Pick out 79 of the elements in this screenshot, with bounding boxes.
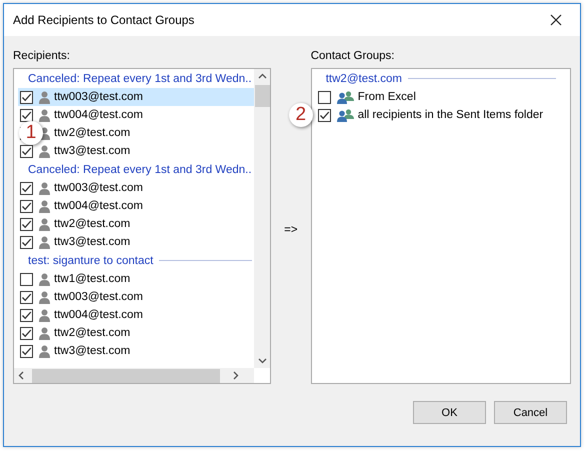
checkbox[interactable] — [20, 200, 33, 212]
group-header: ttw2@test.com — [326, 72, 402, 84]
window-title: Add Recipients to Contact Groups — [13, 13, 194, 27]
checkbox[interactable] — [20, 344, 33, 358]
checkbox[interactable] — [20, 308, 33, 322]
contact-groups-label: Contact Groups: — [310, 49, 396, 64]
recipient-row[interactable]: ttw004@test.com — [18, 106, 254, 124]
recipient-email: ttw004@test.com — [54, 109, 144, 121]
contact-group-row[interactable]: From Excel — [316, 88, 558, 106]
recipient-email: ttw3@test.com — [54, 345, 130, 357]
vertical-scrollbar[interactable] — [254, 69, 270, 368]
recipient-email: ttw003@test.com — [54, 91, 144, 103]
person-icon — [39, 144, 50, 158]
recipient-row[interactable]: ttw3@test.com — [18, 233, 254, 251]
recipient-email: ttw3@test.com — [54, 236, 130, 248]
person-icon — [39, 308, 50, 322]
close-icon[interactable] — [550, 14, 562, 26]
checkbox[interactable] — [20, 90, 33, 104]
person-icon — [39, 200, 50, 212]
scrollbar-thumb[interactable] — [32, 368, 220, 382]
recipient-row[interactable]: ttw2@test.com — [18, 324, 254, 342]
checkbox[interactable] — [20, 182, 33, 194]
recipient-email: ttw2@test.com — [54, 327, 130, 339]
step-badge: 2 — [288, 103, 313, 127]
recipient-row[interactable]: ttw004@test.com — [18, 306, 254, 324]
person-icon — [39, 272, 50, 286]
recipient-row[interactable]: ttw3@test.com — [18, 342, 254, 360]
scroll-down-icon[interactable] — [258, 358, 266, 364]
recipient-row[interactable]: ttw004@test.com — [18, 197, 254, 215]
contact-group-name: all recipients in the Sent Items folder — [358, 109, 544, 121]
person-icon — [39, 90, 50, 104]
checkbox[interactable] — [20, 218, 33, 230]
person-icon — [39, 182, 50, 194]
recipient-row[interactable]: ttw003@test.com — [18, 288, 254, 306]
recipient-row[interactable]: ttw003@test.com — [18, 88, 254, 106]
person-icon — [39, 290, 50, 304]
person-icon — [39, 126, 50, 140]
scroll-right-icon[interactable] — [233, 371, 239, 380]
group-header: test: siganture to contact — [28, 254, 154, 266]
people-icon — [336, 90, 354, 104]
recipient-email: ttw003@test.com — [54, 291, 144, 303]
recipient-row[interactable]: 1 ttw2@test.com — [18, 124, 254, 142]
person-icon — [39, 236, 50, 248]
checkbox[interactable] — [318, 108, 331, 122]
recipient-row[interactable]: ttw1@test.com — [18, 270, 254, 288]
recipient-email: ttw004@test.com — [54, 309, 144, 321]
ok-button[interactable]: OK — [413, 401, 486, 424]
checkbox[interactable] — [20, 236, 33, 248]
checkbox[interactable] — [20, 272, 33, 286]
group-header: Canceled: Repeat every 1st and 3rd Wedn.. — [28, 164, 252, 176]
recipient-email: ttw1@test.com — [54, 273, 130, 285]
recipient-email: ttw2@test.com — [54, 127, 130, 139]
checkbox[interactable] — [20, 290, 33, 304]
recipient-email: ttw3@test.com — [54, 145, 130, 157]
person-icon — [39, 108, 50, 122]
checkbox[interactable] — [318, 90, 331, 104]
checkbox[interactable] — [20, 144, 33, 158]
recipient-email: ttw003@test.com — [54, 182, 144, 194]
person-icon — [39, 218, 50, 230]
contact-group-name: From Excel — [358, 91, 416, 103]
move-arrow: => — [284, 224, 298, 236]
recipient-row[interactable]: ttw3@test.com — [18, 142, 254, 160]
cancel-button[interactable]: Cancel — [494, 401, 567, 424]
recipient-email: ttw2@test.com — [54, 218, 130, 230]
recipient-row[interactable]: ttw003@test.com — [18, 179, 254, 197]
person-icon — [39, 326, 50, 340]
scroll-up-icon[interactable] — [258, 73, 266, 79]
person-icon — [39, 344, 50, 358]
checkbox[interactable] — [20, 326, 33, 340]
recipient-email: ttw004@test.com — [54, 200, 144, 212]
checkbox[interactable] — [20, 108, 33, 122]
recipients-label: Recipients: — [13, 49, 71, 64]
scrollbar-thumb[interactable] — [254, 85, 270, 107]
horizontal-scrollbar[interactable] — [14, 368, 254, 383]
step-badge: 1 — [19, 121, 43, 145]
scroll-left-icon[interactable] — [18, 371, 24, 380]
recipient-row[interactable]: ttw2@test.com — [18, 215, 254, 233]
group-header: Canceled: Repeat every 1st and 3rd Wedn.. — [28, 72, 252, 84]
people-icon — [336, 108, 354, 122]
